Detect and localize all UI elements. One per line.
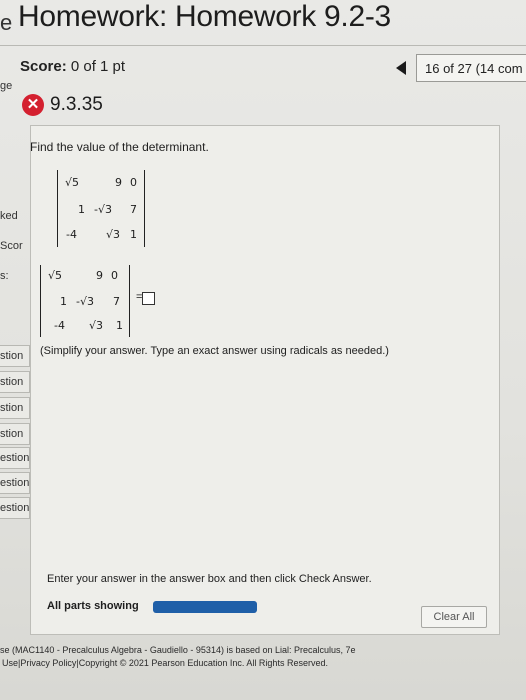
question-number: 9.3.35 — [50, 94, 103, 115]
title-prefix: e — [0, 10, 13, 35]
sidebar-question-tab[interactable]: estion — [0, 497, 30, 519]
matrix-cell: 0 — [111, 269, 118, 282]
footer-course-info: se (MAC1140 - Precalculus Algebra - Gaud… — [0, 645, 356, 655]
incorrect-x-icon: ✕ — [22, 94, 44, 116]
score-value: 0 of 1 pt — [70, 58, 126, 75]
question-prompt: Find the value of the determinant. — [30, 140, 209, 154]
parts-showing-label: All parts showing — [47, 600, 139, 612]
question-navigator[interactable]: 16 of 27 (14 com — [416, 54, 526, 82]
instruction-text: Enter your answer in the answer box and … — [47, 573, 372, 585]
parts-progress-bar — [153, 601, 257, 613]
matrix-cell: √5 — [48, 269, 63, 282]
sidebar-question-tab[interactable]: estion — [0, 447, 30, 469]
matrix-cell: -4 — [66, 228, 77, 241]
sidebar-label: Scor — [0, 240, 23, 252]
matrix-cell: 0 — [130, 176, 137, 189]
answer-hint: (Simplify your answer. Type an exact ans… — [40, 345, 389, 357]
matrix-cell: 7 — [130, 203, 137, 216]
page: e Homework: Homework 9.2-3 Score: 0 of 1… — [0, 0, 526, 700]
score: Score: 0 of 1 pt — [20, 58, 125, 75]
footer-links[interactable]: Use|Privacy Policy|Copyright © 2021 Pear… — [2, 658, 328, 668]
header-divider — [0, 45, 526, 46]
matrix-cell: -√3 — [94, 203, 112, 216]
sidebar-question-tab[interactable]: stion — [0, 423, 30, 445]
sidebar-question-tab[interactable]: estion — [0, 472, 30, 494]
matrix-cell: -4 — [54, 319, 65, 332]
sidebar-label: ge — [0, 80, 13, 92]
sidebar-label: ked — [0, 210, 18, 222]
matrix-cell: 9 — [115, 176, 122, 189]
sidebar-label: s: — [0, 270, 9, 282]
previous-question-icon[interactable] — [396, 61, 406, 75]
answer-determinant: √5 9 0 1 -√3 7 -4 √3 1 — [40, 265, 130, 337]
matrix-cell: 7 — [113, 295, 120, 308]
answer-input[interactable] — [142, 292, 155, 305]
matrix-cell: √3 — [89, 319, 104, 332]
question-header: ✕ 9.3.35 — [22, 94, 103, 116]
determinant-display: √5 9 0 1 -√3 7 -4 √3 1 — [57, 170, 145, 247]
matrix-cell: 1 — [130, 228, 137, 241]
matrix-cell: -√3 — [76, 295, 94, 308]
sidebar-question-tab[interactable]: stion — [0, 397, 30, 419]
sidebar-question-tab[interactable]: stion — [0, 345, 30, 367]
matrix-cell: 1 — [60, 295, 67, 308]
matrix-cell: √3 — [106, 228, 121, 241]
sidebar-question-tab[interactable]: stion — [0, 371, 30, 393]
clear-all-button[interactable]: Clear All — [421, 606, 487, 628]
page-title: Homework: Homework 9.2-3 — [18, 0, 391, 33]
score-label: Score: — [20, 58, 67, 75]
matrix-cell: 1 — [116, 319, 123, 332]
matrix-cell: √5 — [65, 176, 80, 189]
matrix-cell: 1 — [78, 203, 85, 216]
matrix-cell: 9 — [96, 269, 103, 282]
